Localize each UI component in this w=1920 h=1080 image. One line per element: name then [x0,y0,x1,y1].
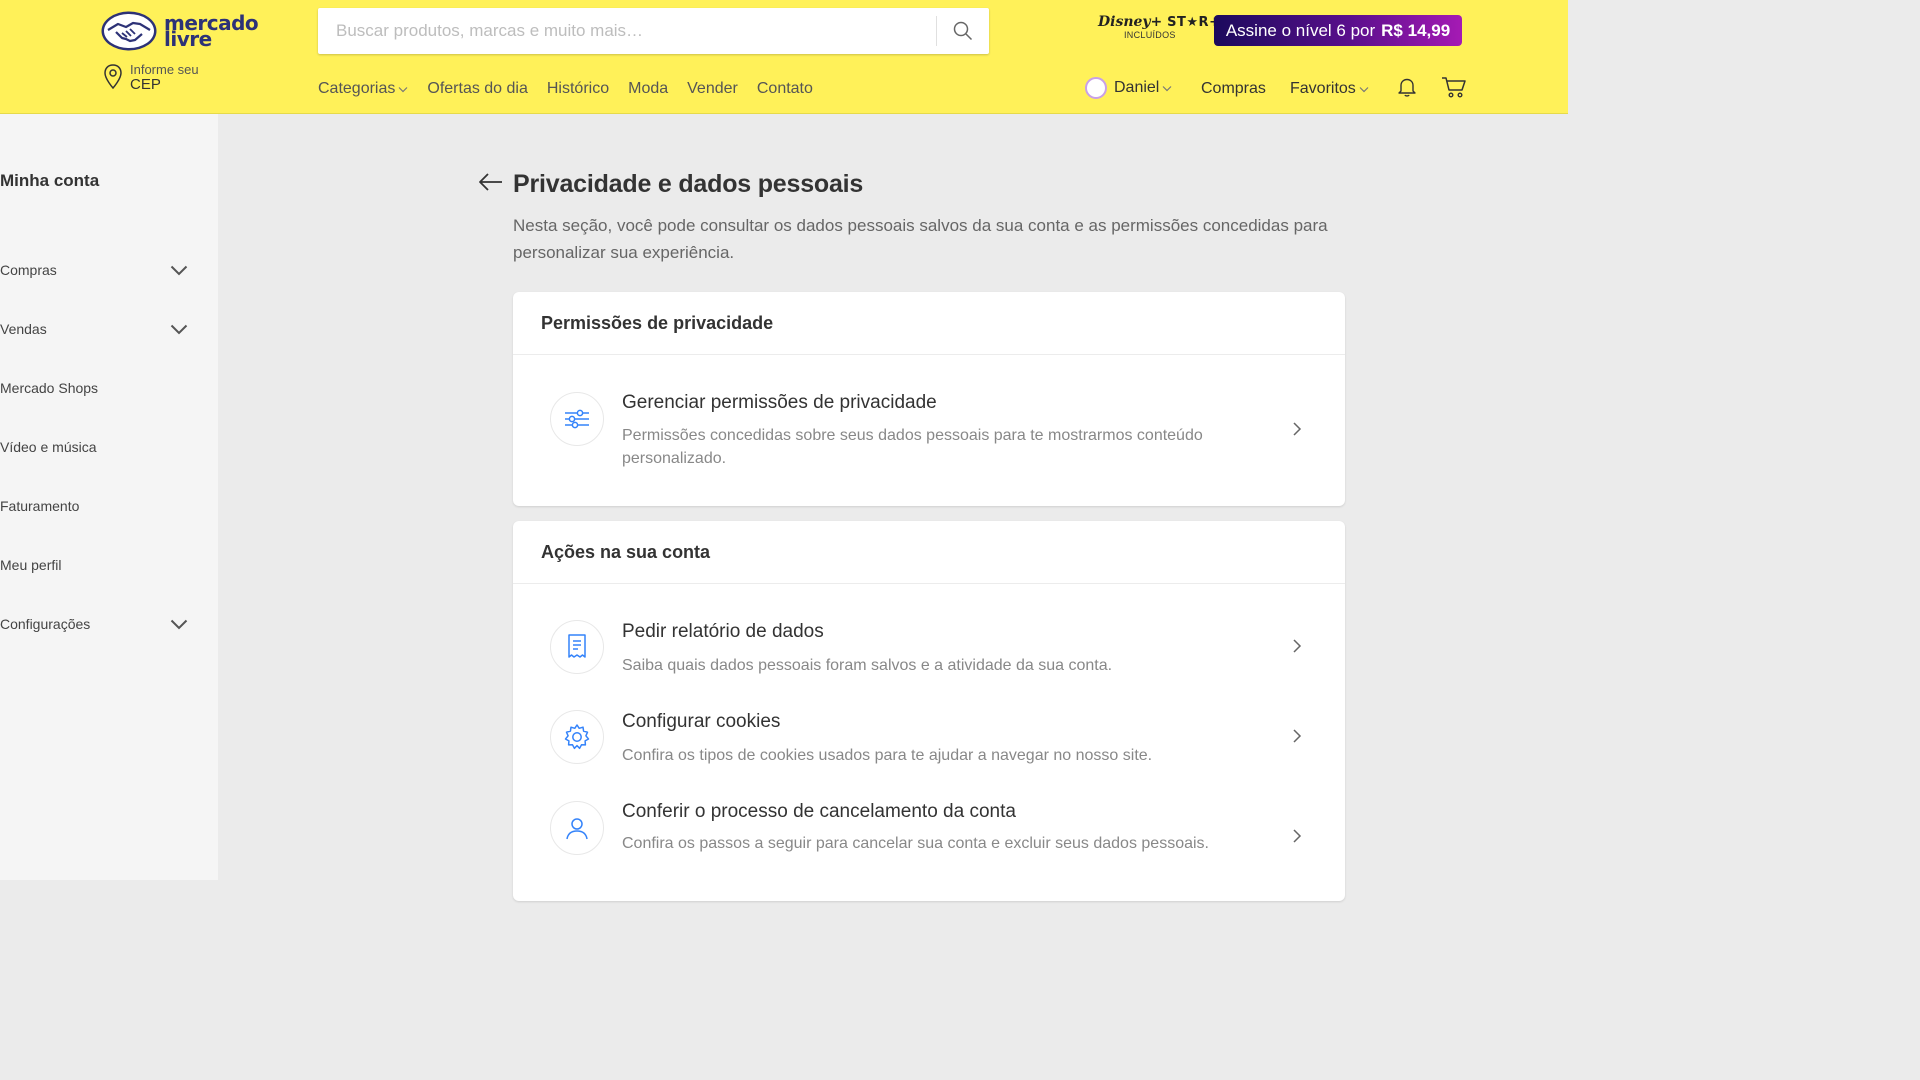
nav-historico[interactable]: Histórico [547,80,609,98]
row-title: Configurar cookies [622,711,781,732]
location-pin-icon [104,64,122,90]
chevron-right-icon [1293,639,1302,653]
row-icon-wrap [550,710,604,764]
nav-moda[interactable]: Moda [628,80,668,98]
chevron-down-icon [170,265,188,275]
chevron-down-icon [1162,85,1172,91]
row-description: Confira os passos a seguir para cancelar… [622,835,1209,852]
gear-icon [564,724,590,750]
cookies-row[interactable]: Configurar cookies Confira os tipos de c… [513,674,1345,764]
row-icon-wrap [550,801,604,855]
nav-ofertas[interactable]: Ofertas do dia [427,80,528,98]
sidebar-item-video-musica[interactable]: Vídeo e música [0,439,200,455]
chevron-down-icon [398,86,408,92]
nav-categorias[interactable]: Categorias [318,80,408,98]
disney-plus-logo: Disney+ [1098,14,1163,30]
disney-star-badge[interactable]: Disney+ ST★R+ INCLUÍDOS [1098,14,1220,52]
nav-label: Contato [756,80,813,97]
nav-vender[interactable]: Vender [687,80,738,98]
card-title: Permissões de privacidade [513,292,1345,355]
main-nav: Categorias Ofertas do dia Histórico Moda… [318,80,832,98]
row-description: Permissões concedidas sobre seus dados p… [622,427,1203,467]
sidebar-item-label: Meu perfil [0,557,62,573]
sidebar-item-configuracoes[interactable]: Configurações [0,616,200,632]
nav-contato[interactable]: Contato [757,80,813,98]
promo-text: Assine o nível 6 por [1225,20,1376,40]
chevron-down-icon [1359,86,1369,92]
search-icon [953,21,973,41]
card-title: Ações na sua conta [513,521,1345,584]
cancel-account-row[interactable]: Conferir o processo de cancelamento da c… [513,764,1345,901]
document-icon [568,634,586,658]
sidebar-item-label: Mercado Shops [0,380,99,396]
star-plus-logo: ST★R+ [1167,15,1221,30]
account-sidebar: Minha conta Compras Vendas Mercado Shops… [0,114,218,880]
top-header: mercado livre Informe seu CEP Disney+ ST… [0,0,1568,114]
sidebar-item-meu-perfil[interactable]: Meu perfil [0,557,200,573]
favoritos-link[interactable]: Favoritos [1290,80,1369,98]
nav-label: Ofertas do dia [427,80,528,97]
row-icon-wrap [550,392,604,446]
user-icon [566,818,588,840]
avatar [1085,77,1107,99]
compras-link[interactable]: Compras [1201,80,1266,98]
chevron-right-icon [1293,422,1302,436]
search-button[interactable] [937,8,989,54]
cep-prompt: Informe seu [130,62,199,77]
chevron-right-icon [1293,829,1302,843]
sidebar-item-faturamento[interactable]: Faturamento [0,498,200,514]
sliders-icon [565,409,589,429]
page-description: Nesta seção, você pode consultar os dado… [513,216,1328,262]
chevron-right-icon [1293,729,1302,743]
sidebar-item-label: Configurações [0,616,91,632]
favoritos-label: Favoritos [1290,80,1356,97]
row-title: Pedir relatório de dados [622,621,824,642]
nav-label: Categorias [318,80,396,97]
cart-icon[interactable] [1441,75,1467,99]
row-title: Gerenciar permissões de privacidade [622,392,937,413]
sidebar-item-label: Vendas [0,321,47,337]
sidebar-item-label: Compras [0,262,57,278]
sidebar-item-label: Vídeo e música [0,439,97,455]
sidebar-item-label: Faturamento [0,498,80,514]
row-title: Conferir o processo de cancelamento da c… [622,801,1016,822]
back-arrow-icon[interactable] [478,171,504,193]
promo-price: R$ 14,99 [1381,20,1451,40]
nav-label: Vender [687,80,738,97]
user-menu[interactable]: Daniel [1085,77,1172,99]
data-report-row[interactable]: Pedir relatório de dados Saiba quais dad… [513,584,1345,674]
search-bar [318,8,989,54]
sidebar-item-vendas[interactable]: Vendas [0,321,200,337]
account-actions-card: Ações na sua conta Pedir relatório de da… [513,521,1345,901]
cep-selector[interactable]: Informe seu CEP [102,63,199,93]
sidebar-item-mercado-shops[interactable]: Mercado Shops [0,380,200,396]
subscription-promo-button[interactable]: Assine o nível 6 por R$ 14,99 [1214,15,1462,46]
user-name: Daniel [1114,79,1160,96]
sidebar-title: Minha conta [0,171,100,190]
chevron-down-icon [170,324,188,334]
mercado-livre-logo[interactable]: mercado livre [100,9,260,53]
included-label: INCLUÍDOS [1124,30,1176,40]
privacy-permissions-card: Permissões de privacidade Gerenciar perm… [513,292,1345,506]
cep-label: CEP [130,76,161,93]
nav-label: Histórico [546,80,610,97]
chevron-down-icon [170,619,188,629]
sidebar-item-compras[interactable]: Compras [0,262,200,278]
search-input[interactable] [318,8,936,54]
handshake-logo-icon [101,11,157,51]
manage-permissions-row[interactable]: Gerenciar permissões de privacidade Perm… [513,355,1345,506]
page-title: Privacidade e dados pessoais [513,170,864,198]
logo-wordmark: mercado livre [164,13,259,49]
row-icon-wrap [550,620,604,674]
bell-icon[interactable] [1396,76,1418,98]
nav-label: Moda [628,80,669,97]
